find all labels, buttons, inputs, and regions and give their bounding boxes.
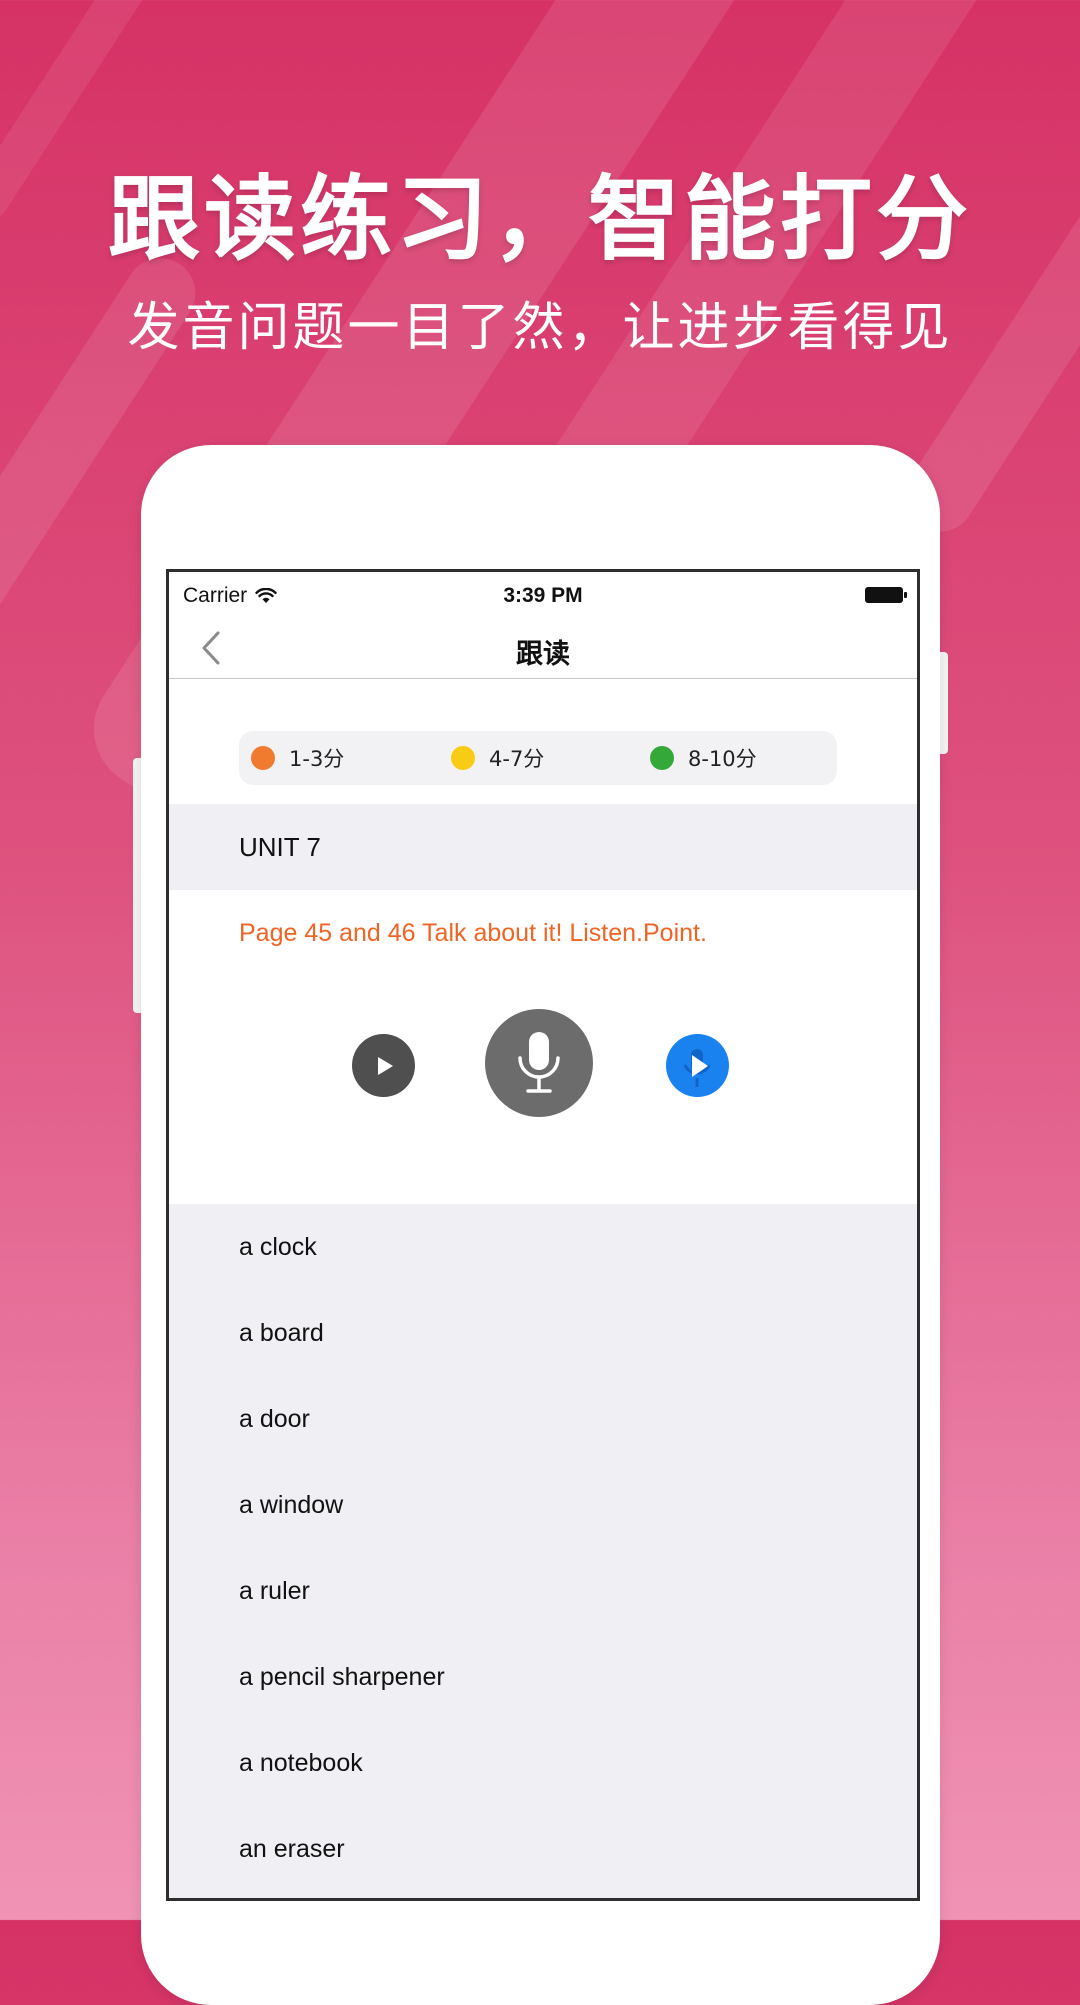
play-original-button[interactable] <box>352 1034 415 1097</box>
legend-label-low: 1-3分 <box>289 747 345 771</box>
microphone-icon <box>518 1032 560 1093</box>
play-recording-button[interactable] <box>666 1034 729 1097</box>
list-item[interactable]: a ruler <box>169 1548 917 1634</box>
play-recording-icon <box>683 1048 710 1087</box>
unit-header: UNIT 7 <box>169 804 917 890</box>
list-item[interactable]: a pencil sharpener <box>169 1634 917 1720</box>
score-legend: 1-3分 4-7分 8-10分 <box>239 731 837 785</box>
navigation-bar: 跟读 <box>169 620 917 679</box>
battery-icon <box>865 587 907 603</box>
list-item[interactable]: a clock <box>169 1204 917 1290</box>
legend-label-mid: 4-7分 <box>489 747 545 771</box>
list-item[interactable]: an eraser <box>169 1806 917 1892</box>
legend-item-low: 1-3分 <box>251 731 344 785</box>
current-sentence[interactable]: Page 45 and 46 Talk about it! Listen.Poi… <box>169 890 917 976</box>
status-bar: Carrier 3:39 PM <box>169 572 917 620</box>
list-item[interactable]: a board <box>169 1290 917 1376</box>
page-title: 跟读 <box>516 639 570 670</box>
playback-controls <box>169 976 917 1138</box>
legend-item-mid: 4-7分 <box>451 731 544 785</box>
list-item[interactable]: a window <box>169 1462 917 1548</box>
play-icon <box>377 1056 393 1075</box>
legend-item-high: 8-10分 <box>650 731 757 785</box>
score-legend-section: 1-3分 4-7分 8-10分 <box>169 679 917 804</box>
promo-subline: 发音问题一目了然，让进步看得见 <box>127 298 953 358</box>
promo-headline: 跟读练习，智能打分 <box>107 166 972 273</box>
status-time: 3:39 PM <box>503 584 583 607</box>
word-list: a clock a board a door a window a ruler … <box>169 1204 917 1898</box>
phone-screen: Carrier 3:39 PM 跟读 1-3分 4-7分 8-10分 UNIT … <box>166 569 920 1901</box>
legend-dot-high <box>650 746 674 770</box>
legend-dot-low <box>251 746 275 770</box>
list-item[interactable]: a door <box>169 1376 917 1462</box>
legend-dot-mid <box>451 746 475 770</box>
list-item[interactable]: a notebook <box>169 1720 917 1806</box>
legend-label-high: 8-10分 <box>688 747 757 771</box>
record-button[interactable] <box>485 1009 593 1117</box>
